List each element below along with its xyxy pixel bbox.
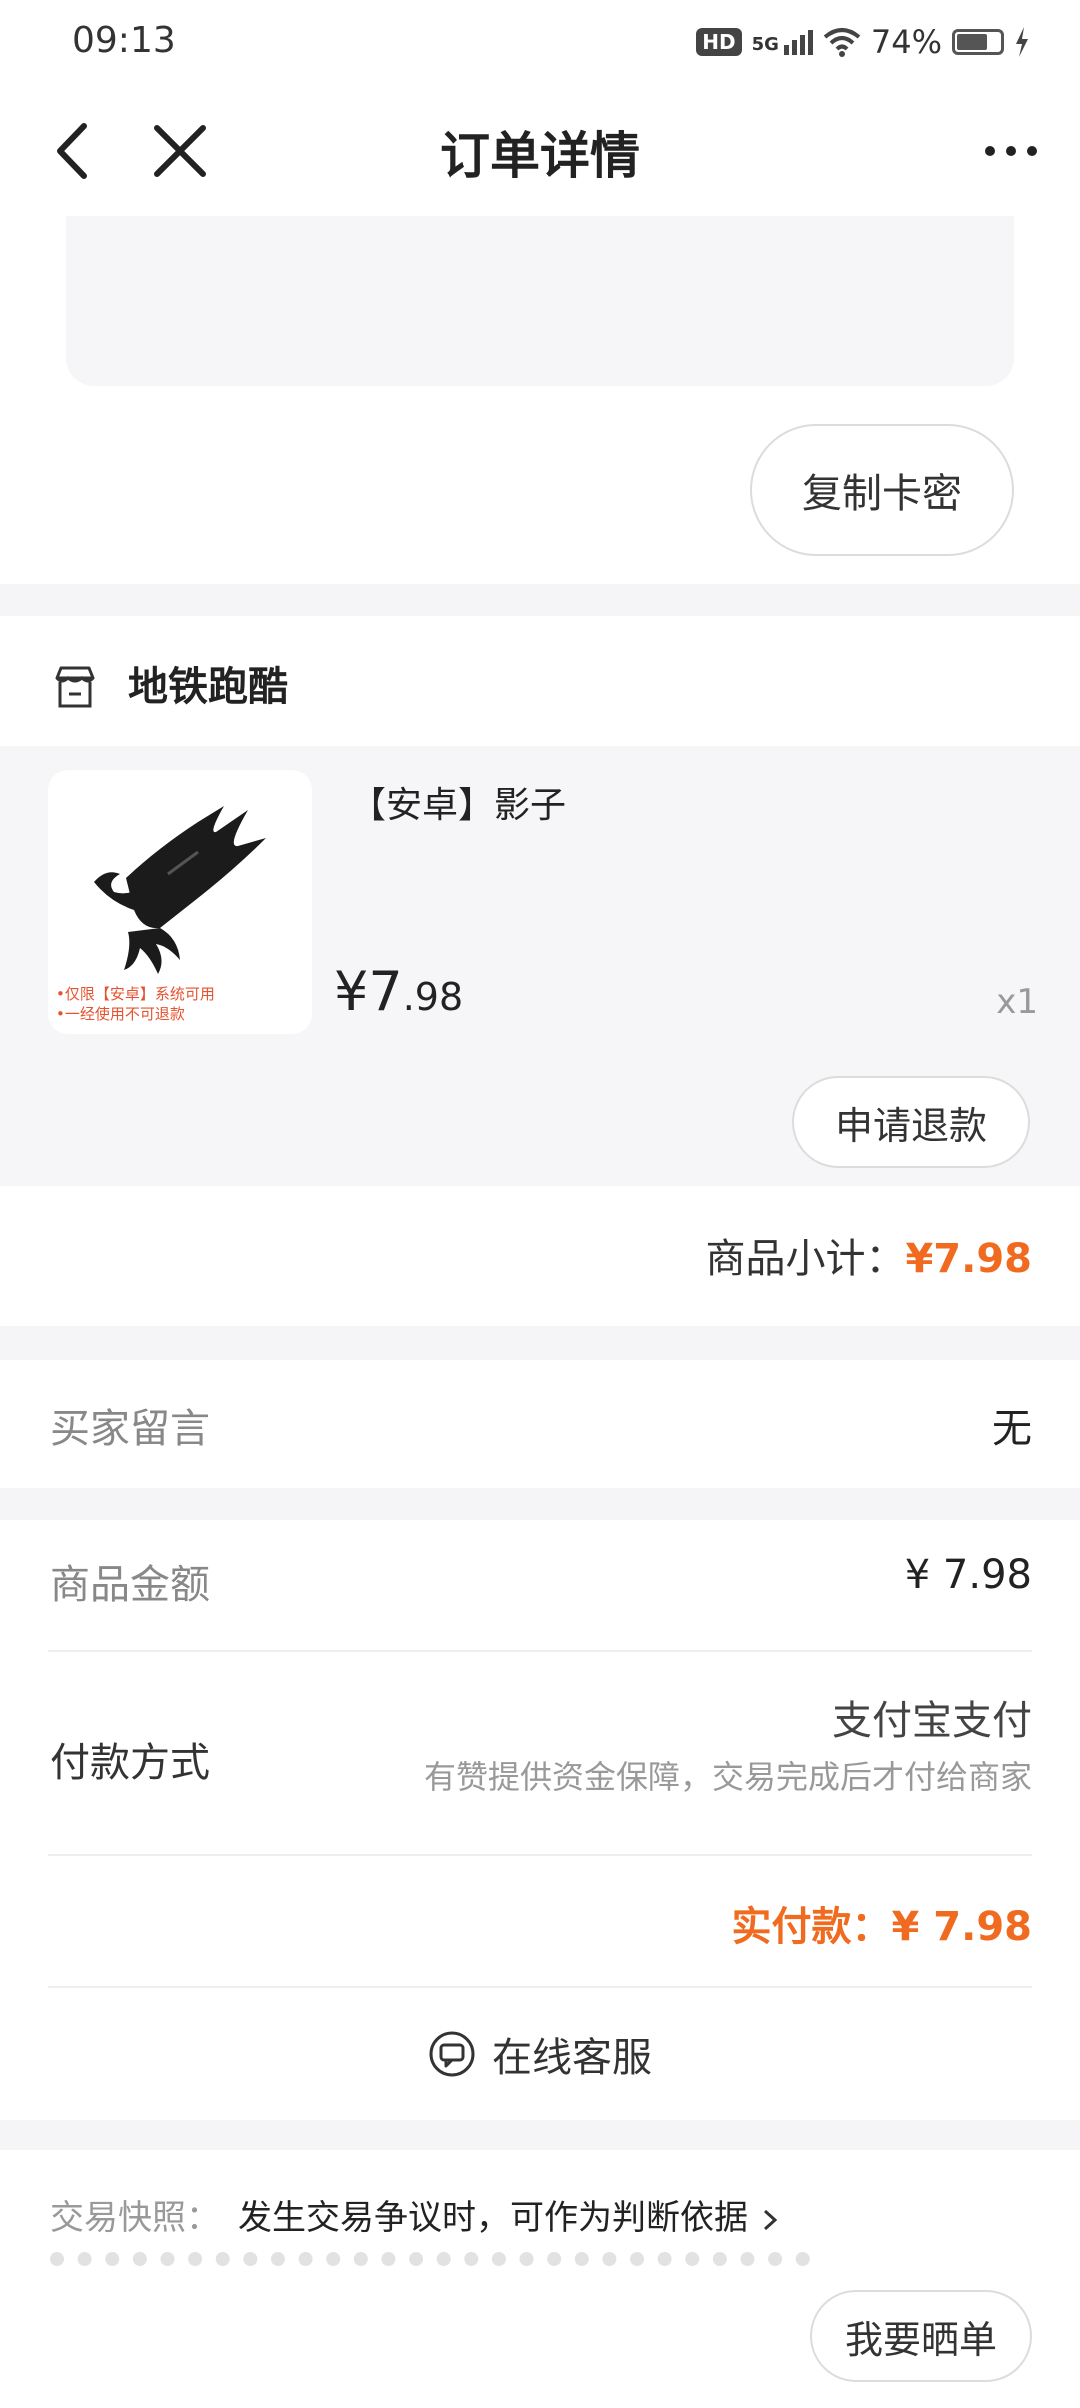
status-time: 09:13 <box>72 20 176 61</box>
status-bar: 09:13 HD 5G 74% <box>0 0 1080 80</box>
wifi-icon <box>823 28 861 57</box>
charging-icon <box>1016 27 1028 57</box>
share-order-button[interactable]: 我要晒单 <box>810 2290 1032 2382</box>
price-decimal: .98 <box>402 975 464 1019</box>
payment-method-note: 有赞提供资金保障，交易完成后才付给商家 <box>423 1758 1032 1796</box>
buyer-note-label: 买家留言 <box>50 1406 210 1452</box>
note-line-2: •一经使用不可退款 <box>56 1005 185 1023</box>
buyer-note-value: 无 <box>992 1406 1032 1452</box>
status-icons: HD 5G 74% <box>696 22 1030 62</box>
order-number-row-clipped <box>50 2252 850 2266</box>
actual-payment-value: ¥ 7.98 <box>891 1904 1032 1950</box>
buyer-note-row: 买家留言 无 <box>0 1360 1080 1488</box>
snapshot-link[interactable]: 发生交易争议时，可作为判断依据 <box>238 2190 781 2239</box>
payment-method-value: 支付宝支付 <box>832 1698 1032 1744</box>
product-item[interactable]: •仅限【安卓】系统可用 •一经使用不可退款 【安卓】影子 ¥7.98 x1 申请… <box>0 746 1080 1186</box>
actual-payment: 实付款：¥ 7.98 <box>732 1894 1032 1952</box>
battery-percent: 74% <box>870 23 942 61</box>
amount-value: ¥ 7.98 <box>904 1552 1032 1598</box>
nav-bar: 订单详情 <box>0 80 1080 216</box>
payment-section: 商品金额 ¥ 7.98 付款方式 支付宝支付 有赞提供资金保障，交易完成后才付给… <box>0 1520 1080 2120</box>
shop-card: 地铁跑酷 •仅限【安卓】系统可用 •一经使用不可退款 【安卓】影子 ¥7.98 … <box>0 616 1080 1326</box>
store-icon <box>55 666 95 708</box>
product-image-note: •仅限【安卓】系统可用 •一经使用不可退款 <box>56 984 215 1024</box>
product-quantity: x1 <box>996 982 1038 1022</box>
snapshot-value: 发生交易争议时，可作为判断依据 <box>238 2198 748 2238</box>
product-title: 【安卓】影子 <box>350 785 567 826</box>
signal-icon: 5G <box>751 29 813 55</box>
price-currency: ¥ <box>334 960 369 1023</box>
snapshot-label: 交易快照： <box>50 2198 220 2238</box>
page-title: 订单详情 <box>440 127 640 185</box>
divider <box>48 1854 1032 1856</box>
subtotal-label: 商品小计： <box>705 1236 906 1282</box>
online-service-button[interactable]: 在线客服 <box>0 2025 1080 2083</box>
card-secret-box <box>66 216 1014 386</box>
price-integer: 7 <box>368 960 403 1023</box>
product-price: ¥7.98 <box>334 960 463 1023</box>
copy-card-secret-button[interactable]: 复制卡密 <box>750 424 1014 556</box>
chat-bubble-icon <box>429 2031 475 2077</box>
amount-label: 商品金额 <box>50 1562 210 1608</box>
divider <box>48 1986 1032 1988</box>
network-label: 5G <box>751 33 779 55</box>
hd-icon: HD <box>696 28 742 56</box>
snapshot-section: 交易快照： 发生交易争议时，可作为判断依据 我要晒单 <box>0 2150 1080 2408</box>
refund-button[interactable]: 申请退款 <box>792 1076 1030 1168</box>
subtotal: 商品小计：¥7.98 <box>705 1226 1032 1284</box>
actual-payment-label: 实付款： <box>731 1904 892 1950</box>
more-icon[interactable] <box>976 116 1046 186</box>
note-line-1: •仅限【安卓】系统可用 <box>56 985 215 1003</box>
card-secret-section: 复制卡密 <box>0 216 1080 584</box>
online-service-label: 在线客服 <box>492 2035 652 2081</box>
battery-icon <box>952 29 1004 55</box>
shop-header[interactable]: 地铁跑酷 <box>0 616 1080 746</box>
shop-name: 地铁跑酷 <box>128 664 288 710</box>
subtotal-value: ¥7.98 <box>905 1236 1032 1282</box>
chevron-right-icon <box>763 2209 778 2230</box>
divider <box>48 1650 1032 1652</box>
payment-method-label: 付款方式 <box>50 1740 210 1786</box>
product-image: •仅限【安卓】系统可用 •一经使用不可退款 <box>48 770 312 1034</box>
